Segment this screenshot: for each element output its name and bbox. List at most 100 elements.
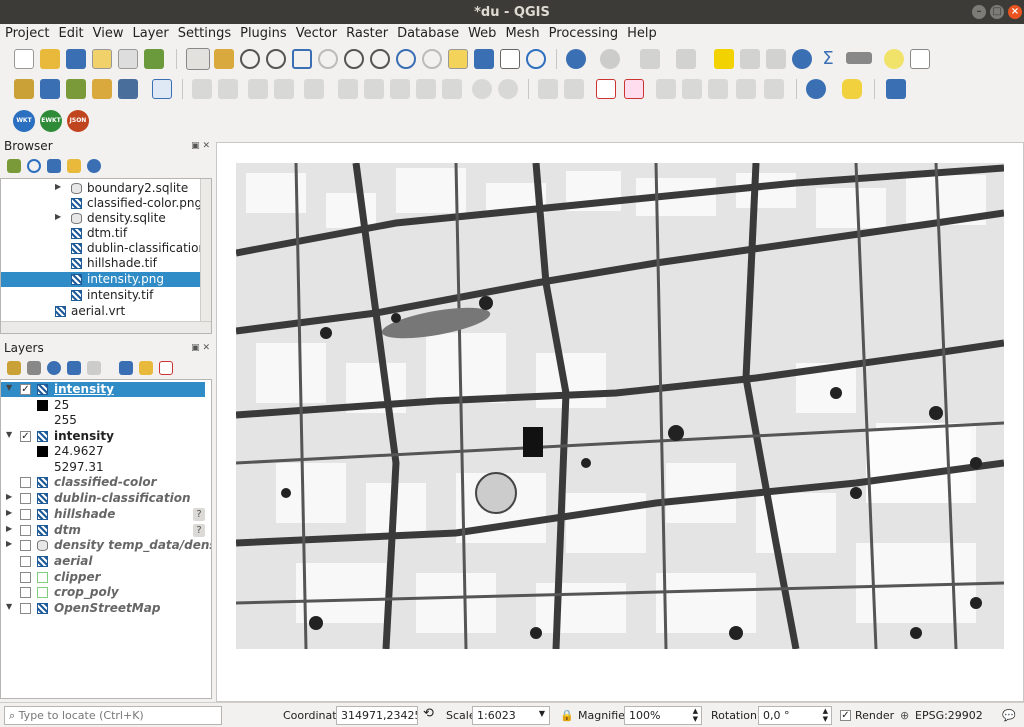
browser-item-selected[interactable]: intensity.png [1, 272, 201, 287]
zoom-out-icon[interactable] [266, 49, 286, 69]
zoom-last-icon[interactable] [396, 49, 416, 69]
expand-arrow-icon[interactable]: ▶ [6, 492, 12, 501]
crs-globe-icon[interactable]: ⊕ [900, 709, 909, 722]
expand-all-icon[interactable] [119, 361, 133, 375]
map-raster-intensity[interactable] [236, 163, 1004, 649]
save-project-icon[interactable] [66, 49, 86, 69]
collapse-arrow-icon[interactable]: ▼ [6, 383, 12, 392]
show-bookmarks-icon[interactable] [474, 49, 494, 69]
select-features-icon[interactable] [640, 49, 660, 69]
magnifier-spinbox[interactable]: 100% ▲ ▼ [624, 706, 702, 725]
python-console-icon[interactable] [842, 79, 862, 99]
zoom-native-icon[interactable] [370, 49, 390, 69]
change-label-icon[interactable] [764, 79, 784, 99]
layer-item[interactable]: ▶ hillshade? [1, 507, 205, 522]
remove-layer-icon[interactable] [159, 361, 173, 375]
menu-view[interactable]: View [88, 24, 128, 41]
menu-raster[interactable]: Raster [341, 24, 392, 41]
zoom-next-icon[interactable] [422, 49, 442, 69]
toggle-extents-icon[interactable]: ⟲ [423, 706, 434, 721]
map-tips-icon[interactable] [884, 49, 904, 69]
zoom-layer-icon[interactable] [344, 49, 364, 69]
menu-edit[interactable]: Edit [53, 24, 87, 41]
layer-item[interactable]: clipper [1, 570, 205, 585]
layer-visibility-checkbox[interactable] [20, 508, 31, 520]
layer-item[interactable]: classified-color [1, 475, 205, 490]
paste-features-icon[interactable] [442, 79, 462, 99]
layer-visibility-checkbox[interactable] [20, 477, 31, 489]
add-raster-icon[interactable] [118, 79, 138, 99]
layer-warning-icon[interactable]: ? [193, 523, 205, 537]
manage-themes-icon[interactable] [47, 361, 61, 375]
render-checkbox[interactable]: ✓ [840, 710, 851, 721]
filter-legend-icon[interactable] [67, 361, 81, 375]
rotation-spinbox[interactable]: 0,0 ° ▲ ▼ [758, 706, 832, 725]
new-project-icon[interactable] [14, 49, 34, 69]
filter-expression-icon[interactable] [87, 361, 101, 375]
menu-database[interactable]: Database [392, 24, 463, 41]
layer-item[interactable]: aerial [1, 554, 205, 569]
browser-item[interactable]: dtm.tif [1, 226, 201, 241]
text-annotation-icon[interactable] [910, 49, 930, 69]
refresh-icon[interactable] [526, 49, 546, 69]
menu-processing[interactable]: Processing [544, 24, 622, 41]
add-virtual-layer-icon[interactable] [152, 79, 172, 99]
statistics-sigma-icon[interactable]: Σ [818, 49, 838, 69]
legend-item[interactable]: 255 [1, 413, 205, 428]
layer-item[interactable]: crop_poly [1, 585, 205, 600]
browser-item[interactable]: intensity.tif [1, 288, 201, 303]
save-edits-icon[interactable] [248, 79, 268, 99]
cut-features-icon[interactable] [390, 79, 410, 99]
redo-icon[interactable] [498, 79, 518, 99]
minimize-button[interactable]: – [972, 5, 986, 19]
panel-float-close-icons[interactable]: ▣ ✕ [191, 141, 210, 151]
menu-web[interactable]: Web [463, 24, 500, 41]
browser-item[interactable]: dublin-classification. [1, 241, 210, 256]
toolbox-gear-icon[interactable] [792, 49, 812, 69]
collapse-arrow-icon[interactable]: ▼ [6, 602, 12, 611]
layer-item[interactable]: ▶ dublin-classification [1, 491, 205, 506]
layer-visibility-checkbox[interactable] [20, 493, 31, 505]
expand-arrow-icon[interactable]: ▶ [6, 539, 12, 548]
show-labels-icon[interactable] [682, 79, 702, 99]
add-group-icon[interactable] [27, 361, 41, 375]
undo-icon[interactable] [472, 79, 492, 99]
menu-settings[interactable]: Settings [173, 24, 235, 41]
refresh-icon[interactable] [27, 159, 41, 173]
layer-visibility-checkbox[interactable]: ✓ [20, 430, 31, 442]
expand-arrow-icon[interactable]: ▶ [6, 508, 12, 517]
coordinate-field[interactable]: 314971,234252 [336, 706, 418, 725]
browser-scrollbar[interactable] [200, 179, 211, 321]
layer-visibility-checkbox[interactable] [20, 587, 31, 599]
menu-mesh[interactable]: Mesh [500, 24, 543, 41]
layer-visibility-checkbox[interactable] [20, 540, 31, 552]
plugins-icon[interactable] [806, 79, 826, 99]
lock-icon[interactable]: 🔒 [560, 709, 574, 722]
help-icon[interactable] [886, 79, 906, 99]
wkt-button[interactable]: WKT [13, 110, 35, 132]
layer-visibility-checkbox[interactable] [20, 571, 31, 583]
add-feature-icon[interactable] [274, 79, 294, 99]
maximize-button[interactable]: □ [990, 5, 1004, 19]
modify-attributes-icon[interactable] [338, 79, 358, 99]
toggle-editing-icon[interactable] [218, 79, 238, 99]
legend-item[interactable]: 24.9627 [1, 444, 205, 459]
info-icon[interactable] [87, 159, 101, 173]
attribute-table-icon[interactable] [740, 49, 760, 69]
rotate-label-icon[interactable] [736, 79, 756, 99]
layer-warning-icon[interactable]: ? [193, 507, 205, 521]
label-tool-icon[interactable] [538, 79, 558, 99]
menu-layer[interactable]: Layer [128, 24, 173, 41]
layer-item[interactable]: ▼ ✓ intensity [1, 382, 205, 397]
pin-labels-icon[interactable] [656, 79, 676, 99]
move-label-icon[interactable] [708, 79, 728, 99]
messages-icon[interactable]: 💬 [1002, 709, 1016, 722]
collapse-all-icon[interactable] [67, 159, 81, 173]
pan-to-selection-icon[interactable] [214, 49, 234, 69]
expand-arrow-icon[interactable]: ▶ [6, 524, 12, 533]
new-print-layout-icon[interactable] [92, 49, 112, 69]
identify-icon[interactable] [566, 49, 586, 69]
locate-search-input[interactable]: ⌕ Type to locate (Ctrl+K) [4, 706, 222, 725]
filter-icon[interactable] [47, 159, 61, 173]
collapse-arrow-icon[interactable]: ▼ [6, 430, 12, 439]
